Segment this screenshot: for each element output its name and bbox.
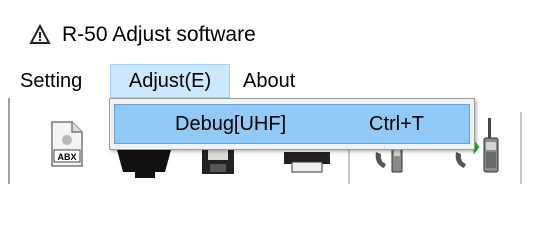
- menu-adjust[interactable]: Adjust(E): [110, 64, 230, 98]
- read-radio-icon: [117, 150, 171, 178]
- menu-item-debug-uhf[interactable]: Debug[UHF] Ctrl+T: [114, 104, 470, 144]
- window-title: R-50 Adjust software: [62, 23, 256, 46]
- menu-bar: Setting Adjust(E) About: [0, 64, 542, 98]
- read-radio-button[interactable]: [115, 150, 175, 180]
- save-disk-icon: [202, 150, 234, 174]
- printer-icon: [284, 152, 330, 173]
- menu-item-debug-uhf-shortcut: Ctrl+T: [369, 113, 424, 135]
- title-bar: R-50 Adjust software: [0, 0, 542, 64]
- warning-triangle-icon: [29, 24, 51, 44]
- menu-about[interactable]: About: [243, 64, 295, 98]
- menu-item-debug-uhf-label: Debug[UHF]: [175, 113, 287, 135]
- abx-file-label: ABX: [57, 152, 76, 162]
- save-disk-button[interactable]: [200, 150, 236, 176]
- bottom-edge: [0, 186, 542, 202]
- toolbar-border: [8, 98, 10, 184]
- menu-setting[interactable]: Setting: [20, 64, 82, 98]
- abx-file-button[interactable]: ABX: [50, 120, 84, 168]
- toolbar-separator-right: [520, 112, 522, 184]
- printer-button[interactable]: [282, 150, 332, 176]
- adjust-dropdown-menu: Debug[UHF] Ctrl+T: [109, 98, 475, 150]
